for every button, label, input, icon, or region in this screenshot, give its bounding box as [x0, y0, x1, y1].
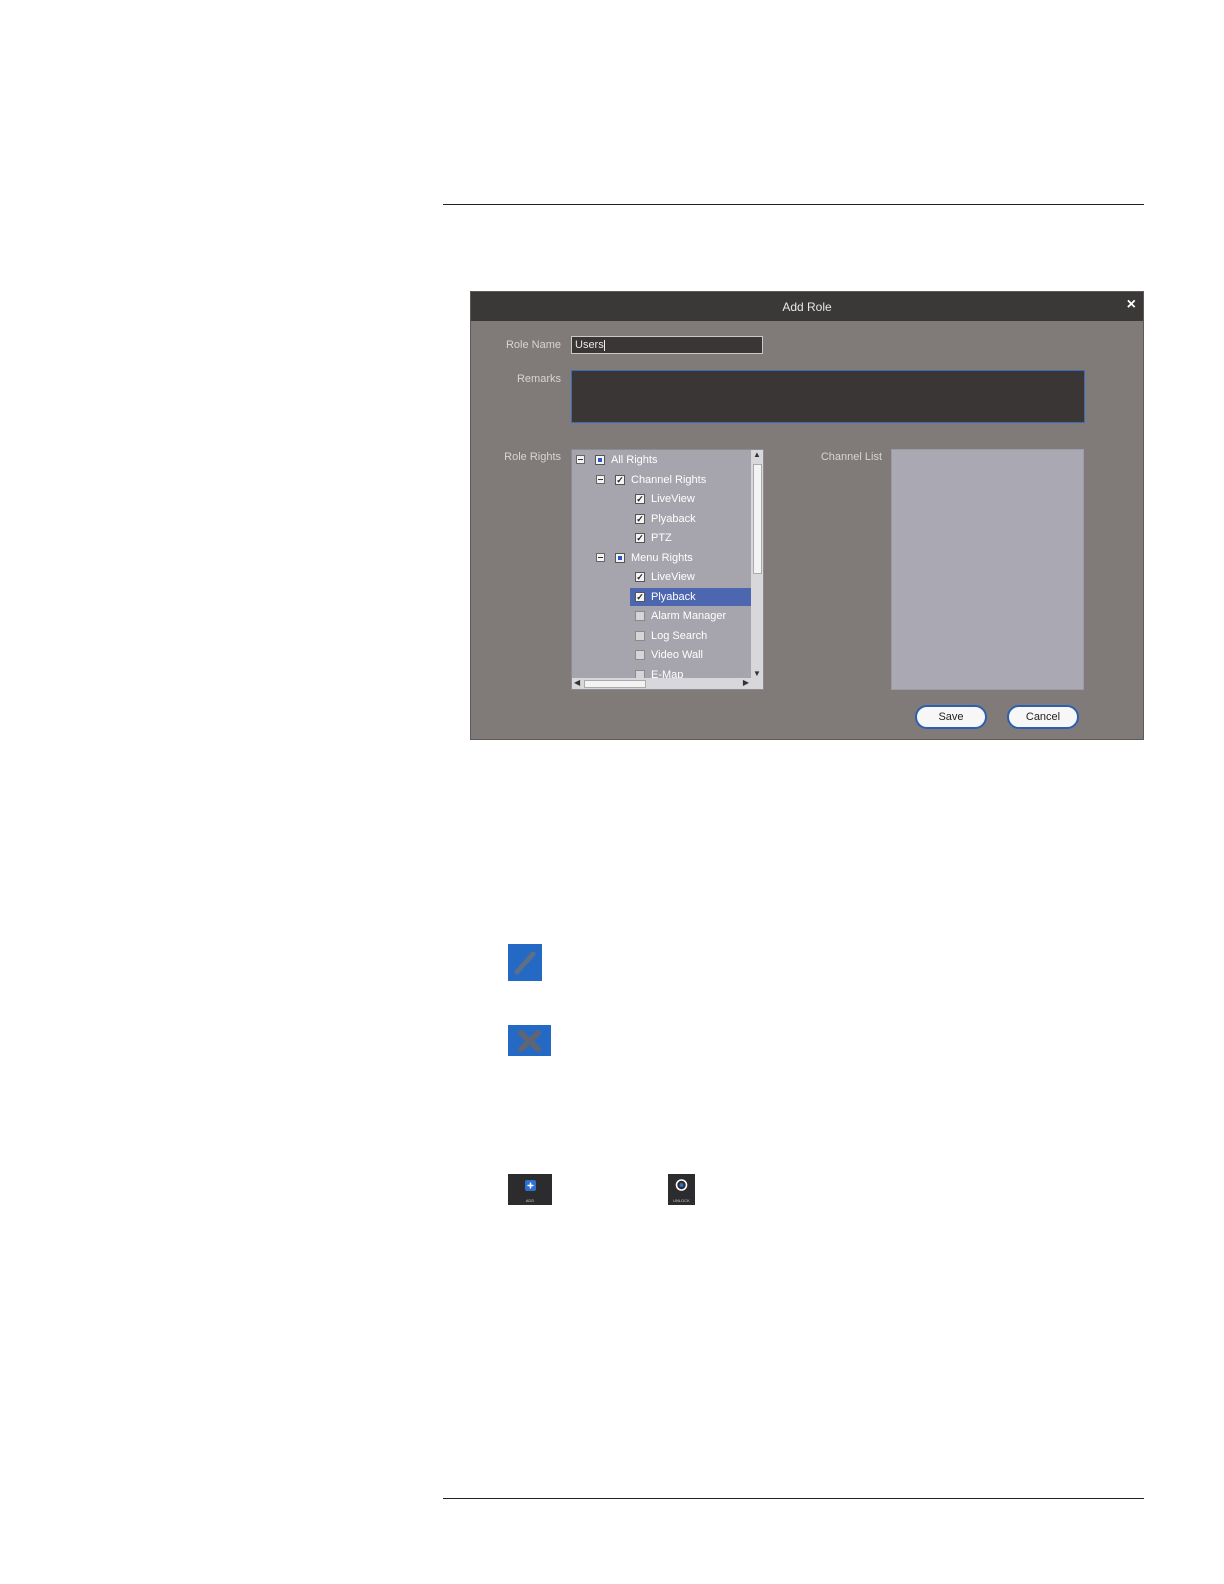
tree-item-label: Plyaback: [651, 512, 696, 525]
delete-icon: [508, 1025, 551, 1056]
horizontal-scroll-thumb[interactable]: [584, 680, 646, 688]
x-mark-icon: [518, 1030, 541, 1052]
save-button[interactable]: Save: [915, 705, 987, 729]
tree-item[interactable]: ✓ PTZ: [572, 529, 752, 547]
checkbox[interactable]: ✓: [635, 494, 645, 504]
tree-item[interactable]: ✓ Channel Rights: [572, 471, 752, 489]
role-name-value: Users: [575, 339, 604, 351]
tree-item[interactable]: ✓ LiveView: [572, 568, 752, 586]
close-icon[interactable]: ×: [1127, 297, 1136, 313]
tree-item[interactable]: ✓ LiveView: [572, 490, 752, 508]
horizontal-scrollbar[interactable]: ◀ ▶: [572, 678, 763, 689]
collapse-icon[interactable]: [596, 474, 605, 484]
channel-list[interactable]: [891, 449, 1084, 690]
tree-item[interactable]: ✓ Plyaback: [572, 510, 752, 528]
cancel-button[interactable]: Cancel: [1007, 705, 1079, 729]
tree-item-label: LiveView: [651, 493, 695, 505]
tree-item-label: Channel Rights: [631, 473, 707, 486]
checkbox[interactable]: ✓: [635, 513, 645, 524]
tree-item-label: Log Search: [651, 629, 708, 642]
add-role-dialog: Add Role × Role Name Users Remarks Role …: [470, 291, 1144, 740]
checkbox[interactable]: [635, 611, 645, 621]
add-icon-caption: ADD: [525, 1198, 535, 1203]
vertical-scrollbar[interactable]: ▲ ▼: [751, 450, 763, 678]
checkbox[interactable]: [595, 455, 605, 465]
tree-item-label: Menu Rights: [631, 551, 693, 564]
dialog-title: Add Role: [782, 300, 832, 314]
role-rights-tree[interactable]: All Rights ✓ Channel Rights ✓ LiveView ✓ Plyab…: [571, 449, 764, 690]
dialog-titlebar: Add Role ×: [471, 292, 1143, 321]
tree-item-label: Plyaback: [651, 590, 696, 603]
vertical-scroll-thumb[interactable]: [753, 464, 762, 574]
checkbox[interactable]: ✓: [635, 591, 645, 602]
channel-list-label: Channel List: [820, 451, 882, 463]
tree-item[interactable]: Log Search: [572, 627, 752, 645]
checkbox[interactable]: [635, 630, 645, 641]
checkbox[interactable]: ✓: [635, 533, 645, 543]
tree-item-label: Alarm Manager: [651, 610, 727, 622]
remarks-textarea[interactable]: [571, 370, 1085, 423]
scroll-right-icon[interactable]: ▶: [743, 678, 749, 687]
checkbox[interactable]: [615, 552, 625, 563]
tree-item-label: Video Wall: [651, 649, 703, 661]
tree-item[interactable]: All Rights: [572, 451, 752, 469]
remarks-label: Remarks: [516, 373, 561, 385]
scroll-down-icon[interactable]: ▼: [753, 669, 761, 678]
footer-rule: [443, 1498, 1144, 1499]
role-name-label: Role Name: [505, 339, 561, 351]
tree-item[interactable]: ✓ Plyaback: [630, 587, 753, 606]
checkbox[interactable]: ✓: [615, 474, 625, 485]
role-rights-label: Role Rights: [504, 451, 561, 463]
unlock-icon: UNLOCK: [668, 1174, 695, 1205]
header-rule: [443, 204, 1144, 205]
tree-item-label: LiveView: [651, 571, 695, 583]
text-caret: [603, 339, 605, 351]
checkbox[interactable]: ✓: [635, 572, 645, 582]
role-name-input[interactable]: Users: [571, 336, 763, 354]
collapse-icon[interactable]: [596, 552, 605, 562]
tree-item[interactable]: Video Wall: [572, 646, 752, 664]
add-icon: ADD: [508, 1174, 552, 1205]
pencil-icon: [514, 951, 536, 975]
tree-item[interactable]: Menu Rights: [572, 549, 752, 567]
collapse-icon[interactable]: [576, 455, 585, 464]
unlock-icon-caption: UNLOCK: [673, 1198, 690, 1203]
scroll-up-icon[interactable]: ▲: [753, 450, 761, 459]
edit-icon: [508, 944, 542, 981]
tree-item-label: PTZ: [651, 532, 672, 544]
scroll-left-icon[interactable]: ◀: [574, 678, 580, 687]
tree-item-label: All Rights: [611, 454, 658, 466]
checkbox[interactable]: [635, 650, 645, 660]
tree-item[interactable]: Alarm Manager: [572, 607, 752, 625]
